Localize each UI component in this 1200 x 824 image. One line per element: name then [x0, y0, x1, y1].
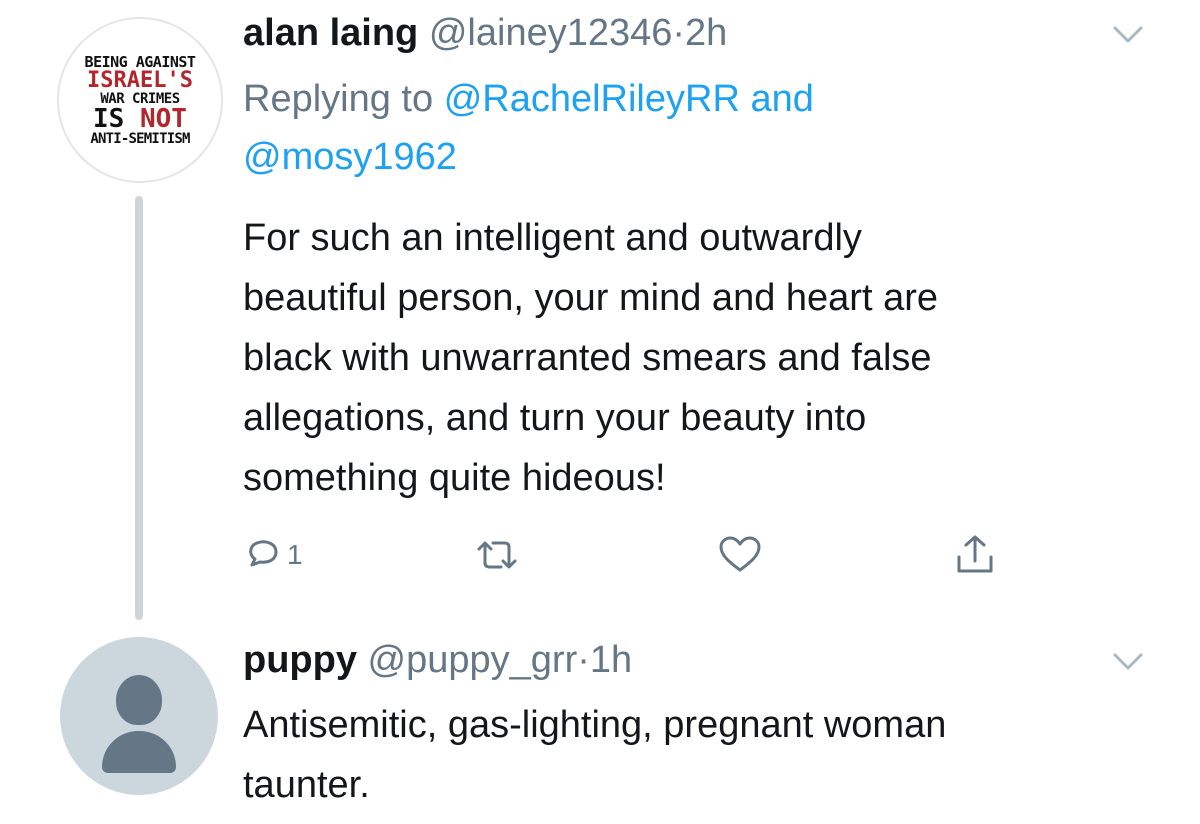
retweet-icon — [477, 541, 517, 569]
mention-link[interactable]: @mosy1962 — [243, 136, 457, 178]
tweet-header: puppy @puppy_grr·1h — [243, 639, 632, 682]
chevron-down-icon[interactable] — [1112, 651, 1144, 673]
like-button[interactable] — [717, 530, 763, 580]
reply-icon — [249, 540, 278, 567]
thread-connector-line — [135, 196, 143, 620]
tweet-time[interactable]: 1h — [590, 639, 632, 681]
heart-icon — [719, 536, 761, 572]
mention-link[interactable]: @RachelRileyRR — [444, 78, 740, 120]
user-handle[interactable]: @lainey12346 — [429, 12, 673, 54]
reply-button[interactable]: 1 — [243, 530, 303, 580]
tweet-1[interactable]: BEING AGAINST ISRAEL'S WAR CRIMES IS NOT… — [0, 0, 1200, 625]
share-button[interactable] — [953, 530, 997, 580]
avatar-body-shape — [102, 731, 176, 773]
replying-to: Replying to @RachelRileyRR and @mosy1962 — [243, 78, 814, 178]
display-name[interactable]: puppy — [243, 639, 357, 681]
share-icon — [957, 535, 993, 573]
tweet-actions: 1 — [243, 530, 1003, 580]
retweet-button[interactable] — [473, 530, 521, 580]
chevron-down-icon[interactable] — [1112, 24, 1144, 46]
reply-count: 1 — [287, 539, 303, 570]
display-name[interactable]: alan laing — [243, 12, 418, 54]
tweet-2[interactable]: puppy @puppy_grr·1h Antisemitic, gas-lig… — [0, 625, 1200, 824]
mention-and[interactable]: and — [750, 78, 813, 120]
separator-dot: · — [672, 12, 686, 54]
user-avatar[interactable]: BEING AGAINST ISRAEL'S WAR CRIMES IS NOT… — [57, 17, 223, 183]
tweet-header: alan laing @lainey12346·2h — [243, 12, 727, 55]
separator-dot: · — [577, 639, 590, 681]
tweet-text: For such an intelligent and outwardly be… — [243, 217, 938, 499]
default-avatar[interactable] — [60, 637, 218, 795]
avatar-badge-text: BEING AGAINST ISRAEL'S WAR CRIMES IS NOT… — [84, 52, 196, 147]
avatar-head-shape — [116, 675, 162, 725]
tweet-text: Antisemitic, gas-lighting, pregnant woma… — [243, 704, 947, 806]
tweet-time[interactable]: 2h — [685, 12, 727, 54]
user-handle[interactable]: @puppy_grr — [368, 639, 578, 681]
